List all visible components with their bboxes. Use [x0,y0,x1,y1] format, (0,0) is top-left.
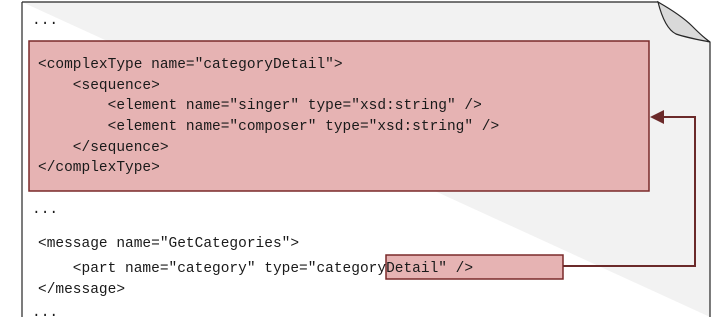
ellipsis-middle: ... [32,202,58,218]
schema-line-3: <element name="singer" type="xsd:string"… [38,98,482,114]
part-suffix: /> [447,261,473,277]
message-close-line: </message> [38,282,125,298]
schema-line-6: </complexType> [38,160,160,176]
message-open-line: <message name="GetCategories"> [38,236,299,252]
part-prefix: <part name="category" type= [38,261,308,277]
ellipsis-bottom: ... [32,305,58,317]
schema-line-2: <sequence> [38,78,160,94]
part-type-value: "categoryDetail" [308,261,447,277]
schema-line-1: <complexType name="categoryDetail"> [38,57,343,73]
schema-line-5: </sequence> [38,140,169,156]
ellipsis-top: ... [32,13,58,29]
part-line: <part name="category" type="categoryDeta… [38,261,473,277]
schema-line-4: <element name="composer" type="xsd:strin… [38,119,499,135]
wsdl-diagram: ... <complexType name="categoryDetail"> … [21,0,711,317]
